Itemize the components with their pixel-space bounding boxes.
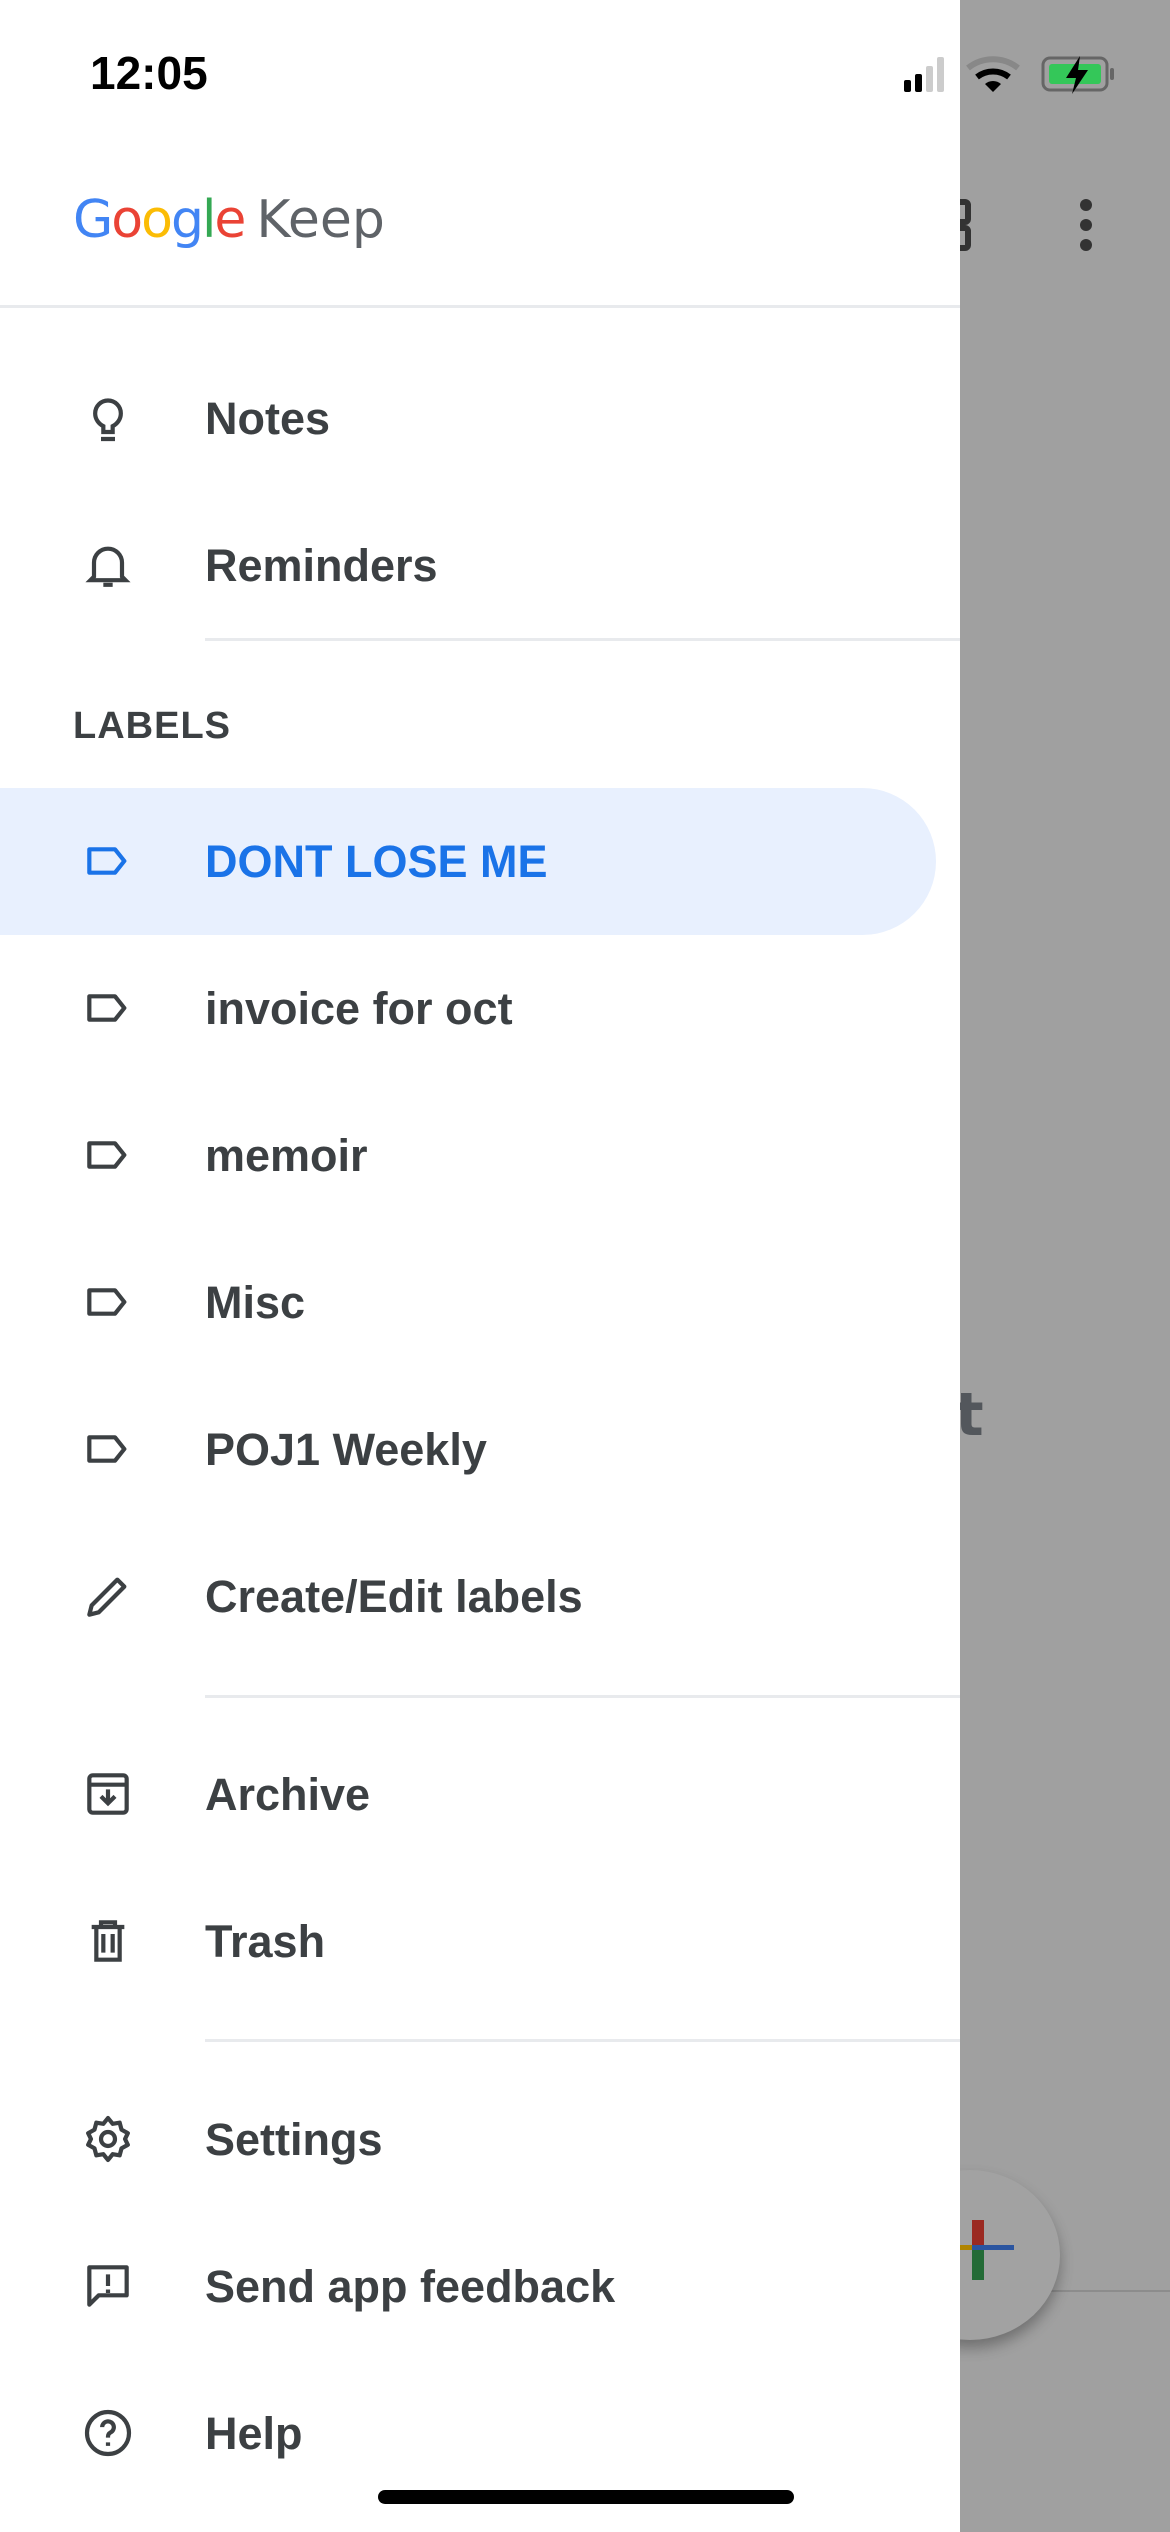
label-icon — [87, 1288, 127, 1316]
signal-icon — [904, 57, 944, 92]
label-item-text: DONT LOSE ME — [205, 835, 548, 887]
home-indicator[interactable] — [378, 2490, 794, 2504]
labels-header: LABELS — [73, 705, 231, 747]
feedback-icon — [87, 2265, 129, 2307]
lightbulb-icon — [93, 398, 123, 442]
label-item-text: Misc — [205, 1276, 306, 1328]
pencil-icon — [87, 1577, 127, 1617]
nav-item-notes[interactable]: Notes — [0, 345, 936, 492]
nav-item-label: Reminders — [205, 539, 438, 591]
divider — [205, 2039, 960, 2042]
status-time: 12:05 — [90, 47, 208, 99]
gear-icon — [86, 2115, 130, 2163]
divider — [205, 638, 960, 641]
nav-item-settings[interactable]: Settings — [0, 2066, 936, 2213]
navigation-drawer: 12:05 Google Keep Notes Reminders LABELS … — [0, 0, 1114, 2532]
bell-icon — [85, 546, 131, 587]
label-item-text: memoir — [205, 1129, 368, 1181]
archive-icon — [87, 1773, 129, 1815]
label-item-dont-lose-me[interactable]: DONT LOSE ME — [0, 788, 936, 935]
label-icon — [87, 1435, 127, 1463]
trash-icon — [91, 1920, 125, 1962]
nav-item-label: Help — [205, 2407, 303, 2459]
nav-item-reminders[interactable]: Reminders — [0, 492, 936, 639]
label-item-text: invoice for oct — [205, 982, 513, 1034]
create-edit-labels[interactable]: Create/Edit labels — [0, 1523, 936, 1670]
label-icon — [87, 847, 127, 875]
nav-item-help[interactable]: Help — [0, 2360, 936, 2507]
bottom-bar-divider — [1040, 2290, 1170, 2292]
divider — [205, 1695, 960, 1698]
label-item-invoice-for-oct[interactable]: invoice for oct — [0, 935, 936, 1082]
more-options-icon[interactable] — [1078, 198, 1094, 252]
label-icon — [87, 1141, 127, 1169]
nav-item-label: Create/Edit labels — [205, 1570, 583, 1622]
label-item-poj1-weekly[interactable]: POJ1 Weekly — [0, 1376, 936, 1523]
header-divider — [0, 305, 960, 308]
label-icon — [87, 994, 127, 1022]
nav-item-archive[interactable]: Archive — [0, 1721, 936, 1868]
nav-item-trash[interactable]: Trash — [0, 1868, 936, 2015]
google-keep-logo: Google Keep — [73, 190, 385, 250]
label-item-misc[interactable]: Misc — [0, 1229, 936, 1376]
battery-icon — [1041, 56, 1114, 94]
nav-item-label: Notes — [205, 392, 331, 444]
help-icon — [84, 2409, 132, 2457]
nav-item-label: Trash — [205, 1915, 326, 1967]
nav-item-label: Settings — [205, 2113, 383, 2165]
status-icons — [904, 56, 1114, 94]
nav-item-label: Send app feedback — [205, 2260, 616, 2312]
nav-item-send-feedback[interactable]: Send app feedback — [0, 2213, 936, 2360]
wifi-icon — [966, 56, 1020, 92]
nav-item-label: Archive — [205, 1768, 371, 1820]
label-item-memoir[interactable]: memoir — [0, 1082, 936, 1229]
label-item-text: POJ1 Weekly — [205, 1423, 487, 1475]
